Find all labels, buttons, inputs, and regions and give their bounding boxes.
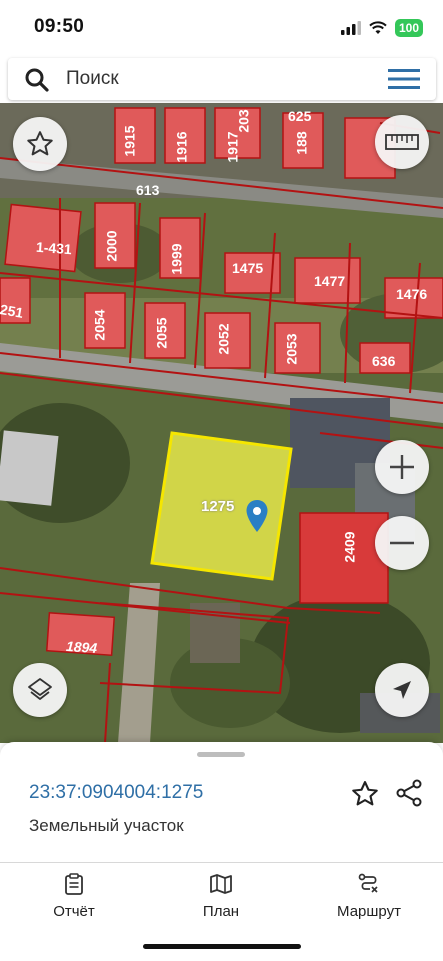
- parcel-label: 1916: [173, 131, 190, 163]
- parcel-info-sheet[interactable]: 23:37:0904004:1275 Земельный участок: [0, 742, 443, 862]
- plus-icon: [390, 455, 414, 479]
- tab-report-label: Отчёт: [53, 903, 95, 920]
- share-icon[interactable]: [394, 778, 424, 808]
- search-input[interactable]: Поиск: [66, 68, 119, 90]
- status-time: 09:50: [34, 16, 85, 37]
- layers-button[interactable]: [13, 663, 67, 717]
- layers-icon: [28, 678, 52, 700]
- property-type: Земельный участок: [29, 816, 184, 835]
- wifi-icon: [369, 21, 387, 34]
- tab-plan[interactable]: План: [161, 873, 281, 920]
- tab-route-label: Маршрут: [337, 903, 401, 920]
- status-bar: 09:50 100: [0, 0, 443, 56]
- status-icons: 100: [340, 18, 423, 38]
- parcel-label: 2409: [341, 531, 358, 563]
- tab-route[interactable]: Маршрут: [309, 873, 429, 920]
- minus-icon: [390, 541, 414, 545]
- star-icon: [27, 131, 53, 156]
- parcel-label: 2052: [215, 323, 232, 355]
- tab-report[interactable]: Отчёт: [14, 873, 134, 920]
- favorite-button[interactable]: [13, 117, 67, 171]
- ruler-icon: [385, 134, 419, 150]
- parcel-label: 2000: [103, 230, 120, 262]
- location-pin-icon[interactable]: [245, 499, 269, 533]
- parcel-label: 1915: [121, 125, 138, 157]
- parcel-label: 2053: [283, 333, 300, 365]
- measure-button[interactable]: [375, 115, 429, 169]
- parcel-label: 1-431: [35, 238, 73, 258]
- parcel-label: 1476: [396, 286, 428, 302]
- route-icon: [358, 873, 378, 893]
- tab-plan-label: План: [202, 903, 240, 920]
- parcel-label: 625: [288, 108, 312, 124]
- map-plan-icon: [210, 874, 232, 894]
- parcel-label: 2055: [153, 317, 170, 349]
- parcel-label: 636: [372, 353, 396, 369]
- parcel-label: 1999: [168, 243, 185, 275]
- parcel-label: 2054: [91, 309, 108, 341]
- parcel-label: 1894: [65, 637, 98, 657]
- menu-icon[interactable]: [388, 68, 420, 90]
- selected-parcel-label[interactable]: 1275: [201, 498, 234, 515]
- zoom-in-button[interactable]: [375, 440, 429, 494]
- parcel-label: 203: [235, 109, 252, 133]
- cadastral-number[interactable]: 23:37:0904004:1275: [29, 782, 203, 804]
- parcel-label: 1475: [232, 260, 264, 276]
- star-icon[interactable]: [350, 779, 380, 809]
- battery-indicator: 100: [394, 19, 423, 37]
- search-icon[interactable]: [24, 67, 50, 93]
- sheet-drag-handle[interactable]: [197, 752, 245, 757]
- parcel-label: 1477: [314, 273, 346, 289]
- map-view[interactable]: 1915 1916 1917 203 625 188 613 1-431 200…: [0, 103, 443, 743]
- parcel-label: 188: [293, 131, 310, 155]
- my-location-button[interactable]: [375, 663, 429, 717]
- parcel-label: 1917: [224, 131, 241, 163]
- navigation-arrow-icon: [393, 681, 411, 699]
- parcel-label: 613: [136, 182, 160, 198]
- signal-icon: [340, 21, 361, 35]
- search-bar[interactable]: Поиск: [8, 58, 436, 100]
- report-icon: [65, 873, 83, 895]
- zoom-out-button[interactable]: [375, 516, 429, 570]
- home-indicator[interactable]: [143, 944, 301, 949]
